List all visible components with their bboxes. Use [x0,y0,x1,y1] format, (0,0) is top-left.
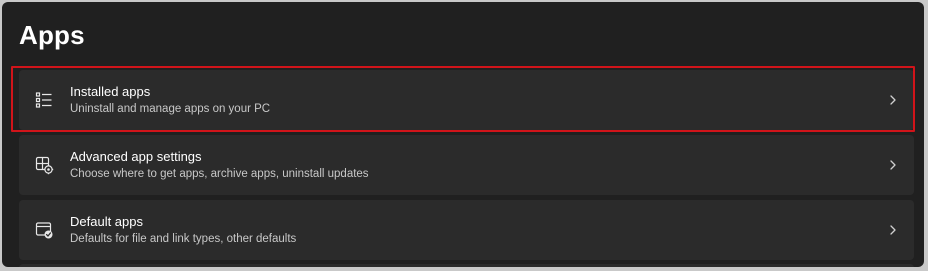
advanced-app-settings-description: Choose where to get apps, archive apps, … [70,168,369,180]
installed-apps-list-icon [34,90,54,110]
installed-apps-description: Uninstall and manage apps on your PC [70,103,271,115]
settings-window: Apps Installed apps Uninstall and manage… [2,2,924,267]
default-apps-text: Default apps Defaults for file and link … [70,213,854,247]
default-apps-title: Default apps [70,214,143,229]
default-apps-description: Defaults for file and link types, other … [70,233,297,245]
page-title: Apps [19,20,85,50]
installed-apps-title: Installed apps [70,84,151,99]
next-card-partial [19,264,914,267]
chevron-right-icon [888,159,898,171]
advanced-app-settings-title: Advanced app settings [70,149,202,164]
installed-apps-text: Installed apps Uninstall and manage apps… [70,83,854,117]
chevron-right-icon [888,94,898,106]
installed-apps-card[interactable]: Installed apps Uninstall and manage apps… [19,70,914,130]
advanced-app-settings-card[interactable]: Advanced app settings Choose where to ge… [19,135,914,195]
default-apps-icon [34,220,54,240]
chevron-right-icon [888,224,898,236]
default-apps-card[interactable]: Default apps Defaults for file and link … [19,200,914,260]
settings-list: Installed apps Uninstall and manage apps… [19,70,914,265]
advanced-app-settings-icon [34,155,54,175]
advanced-app-settings-text: Advanced app settings Choose where to ge… [70,148,854,182]
